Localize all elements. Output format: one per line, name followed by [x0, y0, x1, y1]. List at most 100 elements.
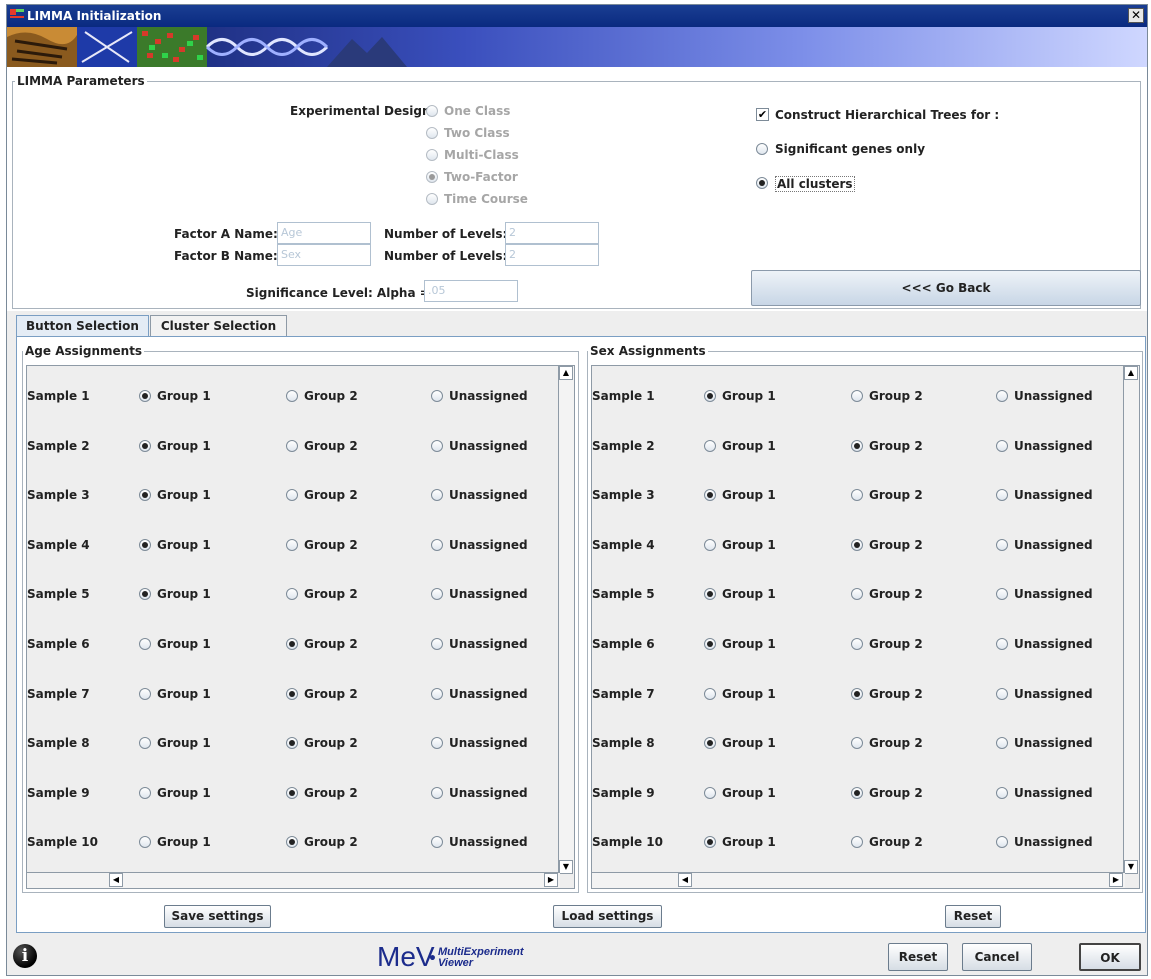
reset-settings-button[interactable]: Reset: [945, 905, 1001, 928]
scroll-up-icon[interactable]: ▲: [559, 366, 573, 380]
tab-cluster-selection[interactable]: Cluster Selection: [150, 315, 287, 337]
age-assignments-scroll[interactable]: ▲ ▼ ◀ ▶ Sample 1 Group 1 Group 2 Unassigned…: [26, 365, 575, 889]
age-horizontal-scrollbar[interactable]: ◀ ▶: [27, 872, 560, 888]
radio-group-2[interactable]: [286, 539, 298, 551]
radio-group-2[interactable]: [286, 440, 298, 452]
radio-group-1[interactable]: [704, 688, 716, 700]
radio-group-1[interactable]: [704, 390, 716, 402]
levels-a-input[interactable]: 2: [505, 222, 599, 244]
alpha-input[interactable]: .05: [424, 280, 518, 302]
radio-group-2[interactable]: [851, 440, 863, 452]
factor-b-input[interactable]: Sex: [277, 244, 371, 266]
radio-unassigned[interactable]: [996, 539, 1008, 551]
sex-horizontal-scrollbar[interactable]: ◀ ▶: [592, 872, 1125, 888]
radio-group-2[interactable]: [851, 539, 863, 551]
load-settings-button[interactable]: Load settings: [553, 905, 662, 928]
radio-group-1[interactable]: [704, 539, 716, 551]
radio-group-2[interactable]: [851, 588, 863, 600]
radio-group-2[interactable]: [851, 836, 863, 848]
radio-unassigned[interactable]: [431, 737, 443, 749]
radio-unassigned[interactable]: [431, 787, 443, 799]
scroll-left-icon[interactable]: ◀: [678, 873, 692, 887]
radio-group-1[interactable]: [704, 489, 716, 501]
radio-two-class[interactable]: [426, 127, 438, 139]
scroll-left-icon[interactable]: ◀: [109, 873, 123, 887]
go-back-button[interactable]: <<< Go Back: [751, 270, 1141, 306]
radio-group-1[interactable]: [704, 588, 716, 600]
radio-group-1[interactable]: [139, 489, 151, 501]
radio-group-2[interactable]: [851, 737, 863, 749]
scroll-right-icon[interactable]: ▶: [544, 873, 558, 887]
radio-significant-genes[interactable]: [756, 143, 768, 155]
radio-unassigned[interactable]: [431, 390, 443, 402]
sex-vertical-scrollbar[interactable]: ▲ ▼: [1123, 366, 1139, 874]
radio-group-2[interactable]: [851, 390, 863, 402]
radio-unassigned[interactable]: [431, 638, 443, 650]
radio-one-class[interactable]: [426, 105, 438, 117]
ok-button[interactable]: OK: [1079, 943, 1141, 971]
levels-b-input[interactable]: 2: [505, 244, 599, 266]
reset-button[interactable]: Reset: [888, 943, 948, 971]
radio-unassigned[interactable]: [996, 588, 1008, 600]
title-bar[interactable]: LIMMA Initialization ✕: [7, 5, 1147, 27]
radio-group-2[interactable]: [851, 638, 863, 650]
radio-unassigned[interactable]: [996, 688, 1008, 700]
radio-two-factor[interactable]: [426, 171, 438, 183]
scroll-up-icon[interactable]: ▲: [1124, 366, 1138, 380]
radio-group-1[interactable]: [704, 737, 716, 749]
scroll-right-icon[interactable]: ▶: [1109, 873, 1123, 887]
radio-group-1[interactable]: [139, 737, 151, 749]
radio-group-2[interactable]: [286, 737, 298, 749]
radio-group-1[interactable]: [139, 588, 151, 600]
radio-group-1[interactable]: [704, 638, 716, 650]
radio-unassigned[interactable]: [996, 440, 1008, 452]
radio-unassigned[interactable]: [996, 787, 1008, 799]
radio-unassigned[interactable]: [996, 489, 1008, 501]
radio-group-2[interactable]: [286, 489, 298, 501]
radio-group-1[interactable]: [704, 836, 716, 848]
tab-button-selection[interactable]: Button Selection: [16, 315, 149, 337]
scroll-down-icon[interactable]: ▼: [559, 860, 573, 874]
radio-group-2[interactable]: [286, 390, 298, 402]
age-vertical-scrollbar[interactable]: ▲ ▼: [558, 366, 574, 874]
radio-all-clusters[interactable]: [756, 177, 768, 189]
radio-group-1[interactable]: [704, 440, 716, 452]
radio-group-2[interactable]: [851, 489, 863, 501]
radio-group-1[interactable]: [139, 539, 151, 551]
radio-group-1[interactable]: [139, 390, 151, 402]
radio-group-1[interactable]: [704, 787, 716, 799]
radio-unassigned[interactable]: [431, 539, 443, 551]
info-icon[interactable]: i: [13, 944, 37, 968]
radio-unassigned[interactable]: [996, 836, 1008, 848]
radio-unassigned[interactable]: [431, 688, 443, 700]
construct-trees-checkbox[interactable]: ✔: [756, 108, 769, 121]
radio-unassigned[interactable]: [996, 390, 1008, 402]
sex-assignments-scroll[interactable]: ▲ ▼ ◀ ▶ Sample 1 Group 1 Group 2 Unassigned…: [591, 365, 1140, 889]
radio-group-2[interactable]: [286, 688, 298, 700]
factor-a-input[interactable]: Age: [277, 222, 371, 244]
radio-group-1[interactable]: [139, 787, 151, 799]
radio-time-course[interactable]: [426, 193, 438, 205]
radio-group-2[interactable]: [286, 836, 298, 848]
radio-group-1[interactable]: [139, 836, 151, 848]
radio-unassigned[interactable]: [431, 440, 443, 452]
radio-group-2[interactable]: [851, 688, 863, 700]
radio-unassigned[interactable]: [431, 489, 443, 501]
save-settings-button[interactable]: Save settings: [164, 905, 271, 928]
radio-group-2[interactable]: [851, 787, 863, 799]
radio-multi-class[interactable]: [426, 149, 438, 161]
radio-group-1[interactable]: [139, 440, 151, 452]
cancel-button[interactable]: Cancel: [962, 943, 1032, 971]
radio-unassigned[interactable]: [431, 588, 443, 600]
close-button[interactable]: ✕: [1128, 8, 1144, 23]
radio-group-2[interactable]: [286, 588, 298, 600]
radio-group-1[interactable]: [139, 688, 151, 700]
radio-unassigned[interactable]: [996, 638, 1008, 650]
radio-group-2[interactable]: [286, 638, 298, 650]
radio-group-1[interactable]: [139, 638, 151, 650]
sample-label: Sample 8: [27, 736, 90, 750]
radio-unassigned[interactable]: [996, 737, 1008, 749]
radio-group-2[interactable]: [286, 787, 298, 799]
scroll-down-icon[interactable]: ▼: [1124, 860, 1138, 874]
radio-unassigned[interactable]: [431, 836, 443, 848]
